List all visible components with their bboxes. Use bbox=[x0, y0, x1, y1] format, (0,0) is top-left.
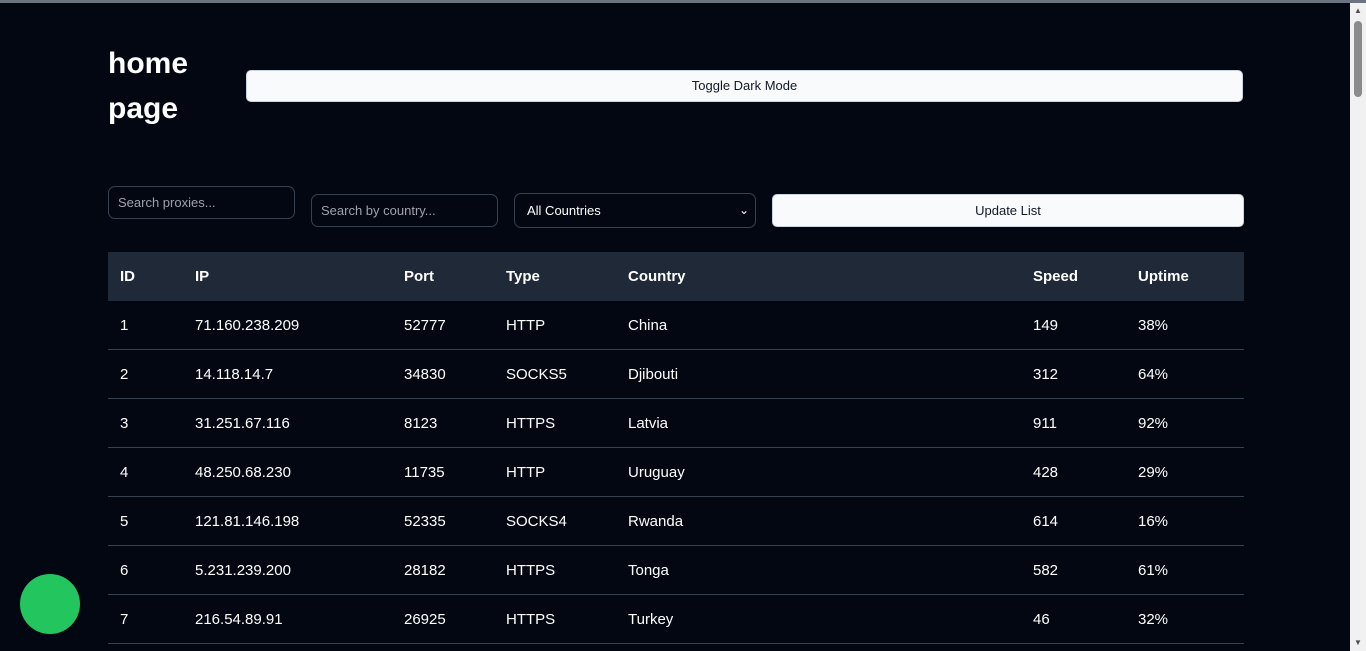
cell-country: Uruguay bbox=[628, 447, 1033, 497]
cell-port: 34830 bbox=[404, 349, 506, 399]
cell-uptime: 38% bbox=[1138, 301, 1244, 350]
column-header-country[interactable]: Country bbox=[628, 252, 1033, 301]
chevron-down-icon: ⌄ bbox=[738, 203, 749, 217]
cell-ip: 5.231.239.200 bbox=[195, 545, 404, 595]
cell-type: HTTP bbox=[506, 447, 628, 497]
cell-port: 8123 bbox=[404, 398, 506, 448]
cell-type: SOCKS4 bbox=[506, 496, 628, 546]
page-title: home page bbox=[108, 47, 189, 125]
cell-speed: 312 bbox=[1033, 349, 1138, 399]
cell-speed: 614 bbox=[1033, 496, 1138, 546]
search-country-input[interactable]: Search by country... bbox=[311, 194, 498, 227]
cell-uptime: 61% bbox=[1138, 545, 1244, 595]
cell-port: 52335 bbox=[404, 496, 506, 546]
column-header-type[interactable]: Type bbox=[506, 252, 628, 301]
cell-uptime: 64% bbox=[1138, 349, 1244, 399]
cell-id: 6 bbox=[108, 545, 195, 595]
column-header-speed[interactable]: Speed bbox=[1033, 252, 1138, 301]
cell-country: Rwanda bbox=[628, 496, 1033, 546]
table-row: 2 14.118.14.7 34830 SOCKS5 Djibouti 312 … bbox=[108, 349, 1244, 399]
column-header-id[interactable]: ID bbox=[108, 252, 195, 301]
cell-type: HTTPS bbox=[506, 545, 628, 595]
toggle-dark-mode-button[interactable]: Toggle Dark Mode bbox=[246, 70, 1243, 102]
cell-speed: 428 bbox=[1033, 447, 1138, 497]
cell-country: Djibouti bbox=[628, 349, 1033, 399]
cell-type: SOCKS5 bbox=[506, 349, 628, 399]
cell-type: HTTPS bbox=[506, 398, 628, 448]
cell-uptime: 32% bbox=[1138, 594, 1244, 644]
cell-uptime: 92% bbox=[1138, 398, 1244, 448]
table-row: 3 31.251.67.116 8123 HTTPS Latvia 911 92… bbox=[108, 398, 1244, 448]
cell-country: Tonga bbox=[628, 545, 1033, 595]
floating-action-button[interactable] bbox=[20, 574, 80, 634]
page: home page Toggle Dark Mode Search proxie… bbox=[0, 3, 1350, 651]
cell-id: 2 bbox=[108, 349, 195, 399]
table-row: 1 71.160.238.209 52777 HTTP China 149 38… bbox=[108, 301, 1244, 350]
column-header-uptime[interactable]: Uptime bbox=[1138, 252, 1244, 301]
search-proxies-input[interactable]: Search proxies... bbox=[108, 186, 295, 219]
cell-port: 11735 bbox=[404, 447, 506, 497]
cell-id: 3 bbox=[108, 398, 195, 448]
cell-speed: 911 bbox=[1033, 398, 1138, 448]
proxy-table: ID IP Port Type Country Speed Uptime 1 7… bbox=[108, 252, 1244, 644]
table-header-row: ID IP Port Type Country Speed Uptime bbox=[108, 252, 1244, 301]
cell-type: HTTP bbox=[506, 301, 628, 350]
cell-port: 26925 bbox=[404, 594, 506, 644]
cell-country: Latvia bbox=[628, 398, 1033, 448]
cell-port: 28182 bbox=[404, 545, 506, 595]
column-header-ip[interactable]: IP bbox=[195, 252, 404, 301]
scroll-up-arrow-icon[interactable]: ▲ bbox=[1350, 3, 1366, 19]
cell-speed: 46 bbox=[1033, 594, 1138, 644]
cell-uptime: 29% bbox=[1138, 447, 1244, 497]
cell-ip: 71.160.238.209 bbox=[195, 301, 404, 350]
cell-ip: 48.250.68.230 bbox=[195, 447, 404, 497]
cell-ip: 216.54.89.91 bbox=[195, 594, 404, 644]
cell-country: Turkey bbox=[628, 594, 1033, 644]
cell-id: 7 bbox=[108, 594, 195, 644]
update-list-button[interactable]: Update List bbox=[772, 194, 1244, 227]
cell-speed: 149 bbox=[1033, 301, 1138, 350]
cell-speed: 582 bbox=[1033, 545, 1138, 595]
country-select[interactable]: All Countries ⌄ bbox=[514, 193, 756, 228]
cell-id: 4 bbox=[108, 447, 195, 497]
cell-port: 52777 bbox=[404, 301, 506, 350]
scrollbar-thumb[interactable] bbox=[1354, 21, 1362, 97]
scroll-down-arrow-icon[interactable]: ▼ bbox=[1350, 635, 1366, 651]
cell-ip: 14.118.14.7 bbox=[195, 349, 404, 399]
cell-ip: 121.81.146.198 bbox=[195, 496, 404, 546]
cell-country: China bbox=[628, 301, 1033, 350]
table-row: 5 121.81.146.198 52335 SOCKS4 Rwanda 614… bbox=[108, 496, 1244, 546]
table-row: 7 216.54.89.91 26925 HTTPS Turkey 46 32% bbox=[108, 594, 1244, 644]
table-row: 4 48.250.68.230 11735 HTTP Uruguay 428 2… bbox=[108, 447, 1244, 497]
cell-type: HTTPS bbox=[506, 594, 628, 644]
cell-ip: 31.251.67.116 bbox=[195, 398, 404, 448]
column-header-port[interactable]: Port bbox=[404, 252, 506, 301]
cell-uptime: 16% bbox=[1138, 496, 1244, 546]
cell-id: 5 bbox=[108, 496, 195, 546]
country-select-value: All Countries bbox=[527, 203, 601, 218]
vertical-scrollbar[interactable]: ▲ ▼ bbox=[1350, 3, 1366, 651]
table-row: 6 5.231.239.200 28182 HTTPS Tonga 582 61… bbox=[108, 545, 1244, 595]
cell-id: 1 bbox=[108, 301, 195, 350]
